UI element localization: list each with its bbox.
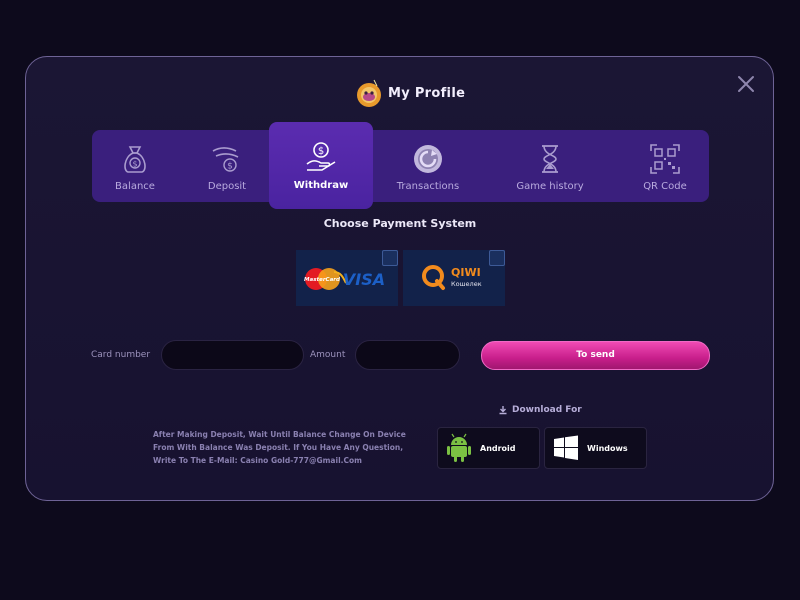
profile-tabs: $ Balance $ Deposit $ Withdraw Transacti	[92, 122, 709, 209]
withdraw-hand-icon: $	[306, 142, 336, 171]
mastercard-text: MasterCard	[304, 277, 340, 283]
tab-balance[interactable]: $ Balance	[92, 130, 178, 202]
hourglass-icon	[542, 145, 558, 173]
qiwi-text: QIWI	[451, 266, 481, 279]
tab-label: Game history	[516, 181, 584, 192]
windows-icon	[554, 435, 578, 460]
amount-input[interactable]	[355, 340, 460, 370]
windows-label: Windows	[587, 443, 628, 453]
modal-header: My Profile	[354, 76, 465, 110]
tab-label: Balance	[115, 181, 155, 192]
qr-code-icon	[650, 144, 680, 174]
payment-option-mastercard-visa[interactable]: MasterCard VISA	[296, 250, 398, 306]
tab-label: Deposit	[207, 181, 247, 192]
card-number-input[interactable]	[161, 340, 304, 370]
download-title: Download For	[498, 405, 582, 415]
download-icon	[499, 406, 507, 415]
android-icon	[447, 433, 471, 462]
tab-transactions[interactable]: Transactions	[382, 130, 474, 202]
payment-checkbox[interactable]	[489, 250, 505, 266]
avatar	[357, 79, 381, 107]
tab-label: QR Code	[643, 181, 687, 192]
tab-label: Transactions	[396, 181, 460, 192]
download-title-text: Download For	[512, 405, 582, 415]
download-windows-button[interactable]: Windows	[544, 427, 647, 469]
page-title: My Profile	[388, 85, 466, 101]
choose-payment-title: Choose Payment System	[323, 217, 477, 230]
svg-text:$: $	[227, 162, 233, 172]
tab-deposit[interactable]: $ Deposit	[184, 130, 270, 202]
tab-game-history[interactable]: Game history	[502, 130, 598, 202]
money-bag-icon: $	[124, 146, 146, 173]
transactions-icon	[414, 145, 442, 173]
card-number-label: Card number	[91, 350, 151, 360]
send-button[interactable]: To send	[481, 341, 710, 370]
svg-text:$: $	[132, 160, 137, 169]
payment-option-qiwi[interactable]: QIWI Кошелек	[403, 250, 505, 306]
visa-text: VISA	[343, 270, 385, 289]
deposit-hand-icon: $	[212, 147, 239, 172]
svg-text:$: $	[318, 146, 324, 157]
android-label: Android	[480, 443, 516, 453]
tab-label: Withdraw	[293, 180, 349, 191]
deposit-info-text: After Making Deposit, Wait Until Balance…	[153, 430, 406, 465]
amount-label: Amount	[310, 350, 346, 360]
close-icon[interactable]	[736, 74, 756, 94]
qiwi-wallet-text: Кошелек	[451, 280, 482, 288]
download-android-button[interactable]: Android	[437, 427, 540, 469]
tab-withdraw[interactable]: $ Withdraw	[269, 122, 373, 209]
tab-qr-code[interactable]: QR Code	[622, 130, 708, 202]
payment-checkbox[interactable]	[382, 250, 398, 266]
